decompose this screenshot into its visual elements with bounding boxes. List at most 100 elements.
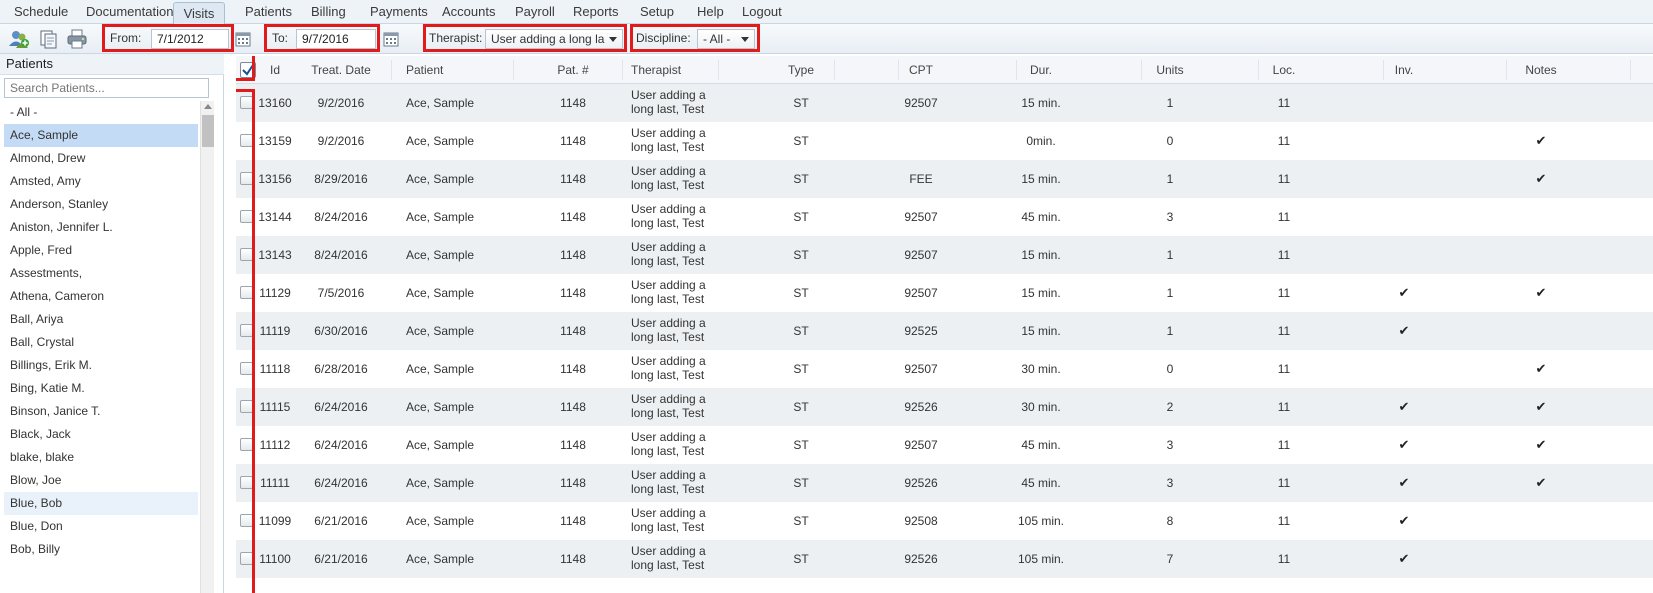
cell-notes: ✔ (1479, 274, 1603, 312)
table-row[interactable]: 11129 7/5/2016 Ace, Sample 1148 User adding … (236, 274, 1653, 312)
column-divider[interactable] (1383, 60, 1384, 80)
column-divider[interactable] (1141, 60, 1142, 80)
cell-date: 8/29/2016 (314, 172, 368, 186)
table-row[interactable]: 13143 8/24/2016 Ace, Sample 1148 User adding… (236, 236, 1653, 274)
patient-list-scrollbar[interactable] (200, 101, 214, 593)
cell-date: 8/24/2016 (314, 248, 368, 262)
patient-list-item[interactable]: - All - (4, 101, 198, 124)
patient-list-item[interactable]: Blue, Bob (4, 492, 198, 515)
cell-cpt: 92526 (904, 400, 938, 414)
cell-id: 13144 (258, 210, 292, 224)
column-divider[interactable] (718, 60, 719, 80)
table-row[interactable]: 11111 6/24/2016 Ace, Sample 1148 User adding… (236, 464, 1653, 502)
table-row[interactable]: 11115 6/24/2016 Ace, Sample 1148 User adding… (236, 388, 1653, 426)
menu-item-accounts[interactable]: Accounts (442, 0, 495, 24)
cell-patient: Ace, Sample (406, 476, 475, 490)
column-divider[interactable] (1506, 60, 1507, 80)
menu-item-payments[interactable]: Payments (370, 0, 428, 24)
cell-loc: 11 (1277, 96, 1291, 110)
menu-item-schedule[interactable]: Schedule (14, 0, 68, 24)
column-divider[interactable] (513, 60, 514, 80)
menu-item-patients[interactable]: Patients (245, 0, 292, 24)
cell-patient: Ace, Sample (406, 324, 475, 338)
menu-item-billing[interactable]: Billing (311, 0, 346, 24)
column-header[interactable]: Sig. (1603, 56, 1653, 84)
patient-list-item[interactable]: Bob, Billy (4, 538, 198, 561)
patient-list-item[interactable]: Assestments, (4, 262, 198, 285)
patient-list-item[interactable]: Binson, Janice T. (4, 400, 198, 423)
cell-units: 3 (1166, 476, 1174, 490)
column-divider[interactable] (1016, 60, 1017, 80)
column-header[interactable]: Inv. (1329, 56, 1479, 84)
search-patients-input[interactable] (4, 78, 209, 98)
patient-list-item[interactable]: Black, Jack (4, 423, 198, 446)
patient-list-item[interactable]: Athena, Cameron (4, 285, 198, 308)
table-row[interactable]: 11118 6/28/2016 Ace, Sample 1148 User adding… (236, 350, 1653, 388)
column-header[interactable]: Treat. Date (298, 56, 384, 84)
column-header[interactable]: Patient (400, 56, 520, 84)
column-divider[interactable] (1630, 60, 1631, 80)
menu-item-logout[interactable]: Logout (742, 0, 782, 24)
to-calendar-icon[interactable] (383, 31, 399, 47)
from-calendar-icon[interactable] (235, 31, 251, 47)
column-divider[interactable] (1258, 60, 1259, 80)
copy-document-icon[interactable] (38, 28, 60, 50)
column-divider[interactable] (391, 60, 392, 80)
column-header[interactable]: CPT (861, 56, 981, 84)
patient-list-item[interactable]: Bing, Katie M. (4, 377, 198, 400)
table-row[interactable]: 11100 6/21/2016 Ace, Sample 1148 User adding… (236, 540, 1653, 578)
cell-dur: 0min. (1026, 134, 1056, 148)
patient-list-item[interactable]: Ball, Crystal (4, 331, 198, 354)
table-row[interactable]: 11119 6/30/2016 Ace, Sample 1148 User adding… (236, 312, 1653, 350)
patient-list-item[interactable]: Ace, Sample (4, 124, 198, 147)
column-header[interactable]: Notes (1479, 56, 1603, 84)
discipline-select[interactable]: - All - (697, 29, 755, 49)
patient-list-item[interactable]: Almond, Drew (4, 147, 198, 170)
cell-inv: ✔ (1329, 388, 1479, 426)
menu-item-setup[interactable]: Setup (640, 0, 674, 24)
scroll-thumb[interactable] (202, 115, 214, 147)
patient-list-item[interactable]: Apple, Fred (4, 239, 198, 262)
menu-item-visits[interactable]: Visits (173, 2, 225, 24)
table-row[interactable]: 11112 6/24/2016 Ace, Sample 1148 User adding… (236, 426, 1653, 464)
table-row[interactable]: 13144 8/24/2016 Ace, Sample 1148 User adding… (236, 198, 1653, 236)
table-row[interactable]: 13159 9/2/2016 Ace, Sample 1148 User adding … (236, 122, 1653, 160)
table-row[interactable]: 13160 9/2/2016 Ace, Sample 1148 User adding … (236, 84, 1653, 122)
notes-checkmark-icon: ✔ (1535, 171, 1547, 186)
patient-list-item[interactable]: Ball, Ariya (4, 308, 198, 331)
column-divider[interactable] (834, 60, 835, 80)
column-header[interactable]: Therapist (625, 56, 725, 84)
therapist-select[interactable]: User adding a long la (485, 29, 623, 49)
scroll-up-arrow-icon[interactable] (204, 104, 212, 109)
add-patients-icon[interactable] (8, 28, 30, 50)
cell-notes: ✔ (1479, 122, 1603, 160)
column-header[interactable]: Dur. (981, 56, 1101, 84)
column-header[interactable]: Type (741, 56, 861, 84)
menu-item-payroll[interactable]: Payroll (515, 0, 555, 24)
patient-list-item[interactable]: blake, blake (4, 446, 198, 469)
from-date-input[interactable]: 7/1/2012 (151, 29, 229, 49)
patient-list-item[interactable]: Aniston, Jennifer L. (4, 216, 198, 239)
menu-item-help[interactable]: Help (697, 0, 724, 24)
cell-id: 11129 (259, 286, 291, 300)
menu-item-reports[interactable]: Reports (573, 0, 619, 24)
table-row[interactable]: 11099 6/21/2016 Ace, Sample 1148 User adding… (236, 502, 1653, 540)
column-header[interactable]: Pat. # (518, 56, 628, 84)
patient-list-item[interactable]: Blow, Joe (4, 469, 198, 492)
cell-pat: 1148 (560, 96, 586, 110)
column-divider[interactable] (622, 60, 623, 80)
column-header[interactable]: Loc. (1239, 56, 1329, 84)
column-header[interactable]: Units (1101, 56, 1239, 84)
column-divider[interactable] (898, 60, 899, 80)
print-icon[interactable] (66, 28, 88, 50)
column-header[interactable]: Id (256, 56, 294, 84)
menu-item-documentation[interactable]: Documentation (86, 0, 173, 24)
to-date-input[interactable]: 9/7/2016 (296, 29, 376, 49)
patient-list-item[interactable]: Anderson, Stanley (4, 193, 198, 216)
cell-units: 1 (1166, 286, 1174, 300)
table-row[interactable]: 13156 8/29/2016 Ace, Sample 1148 User adding… (236, 160, 1653, 198)
patient-list-item[interactable]: Amsted, Amy (4, 170, 198, 193)
cell-inv: ✔ (1329, 540, 1479, 578)
patient-list-item[interactable]: Billings, Erik M. (4, 354, 198, 377)
patient-list-item[interactable]: Blue, Don (4, 515, 198, 538)
